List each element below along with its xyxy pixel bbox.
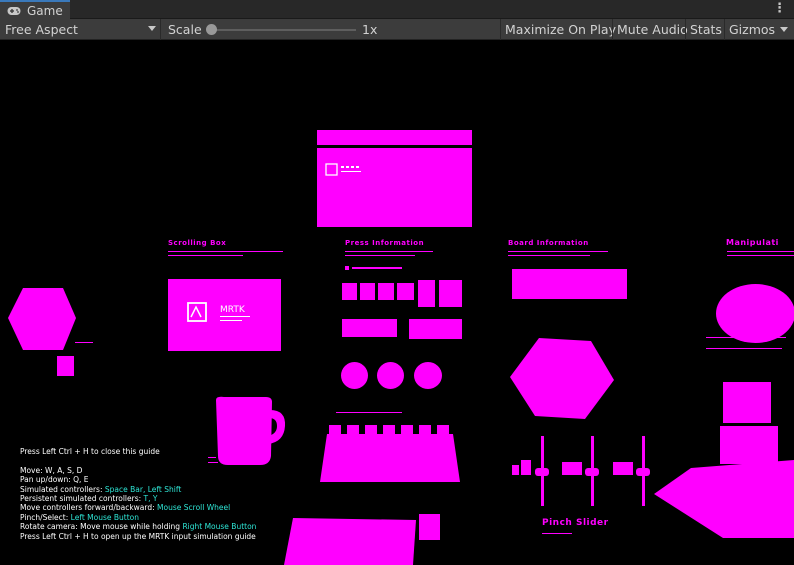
text-line	[508, 255, 590, 256]
board-panel	[512, 269, 627, 299]
chevron-down-icon	[148, 26, 156, 31]
slider-thumb	[585, 468, 599, 476]
tab-game[interactable]: Game	[0, 0, 70, 19]
game-toolbar: Free Aspect Scale 1x Maximize On Play Mu…	[0, 19, 794, 40]
panel-title: Press Information	[345, 239, 425, 247]
button-tile	[397, 283, 414, 300]
slider-value-box	[613, 462, 633, 475]
slider-value-box	[512, 465, 519, 475]
guide-line-sim: Simulated controllers: Space Bar, Left S…	[20, 484, 182, 494]
round-button	[414, 362, 442, 389]
text-line	[345, 255, 415, 256]
round-button	[377, 362, 404, 389]
maximize-on-play-button[interactable]: Maximize On Play	[500, 19, 616, 40]
cube-object	[419, 514, 440, 540]
slider-title: Pinch Slider	[542, 518, 609, 528]
mute-audio-button[interactable]: Mute Audio	[612, 19, 688, 40]
slate-panel	[317, 148, 472, 227]
hexagon-object	[8, 288, 76, 376]
guide-line-pan: Pan up/down: Q, E	[20, 475, 89, 485]
gizmos-label: Gizmos	[729, 22, 776, 37]
cube-object	[720, 426, 778, 464]
guide-line-persist: Persistent simulated controllers: T, Y	[20, 494, 158, 504]
slider-thumb	[535, 468, 549, 476]
chevron-down-icon	[780, 27, 788, 32]
button-tile	[342, 283, 357, 300]
mrtk-logo-icon	[325, 163, 361, 176]
text-line	[168, 255, 243, 256]
text-line	[352, 267, 402, 269]
guide-close-hint: Press Left Ctrl + H to close this guide	[20, 447, 160, 456]
logo-panel: MRTK	[168, 279, 281, 351]
gizmos-dropdown[interactable]: Gizmos	[724, 19, 794, 40]
scale-label: Scale	[168, 22, 202, 37]
guide-line-forward: Move controllers forward/backward: Mouse…	[20, 503, 231, 513]
text-line	[542, 533, 572, 534]
text-line	[706, 348, 782, 349]
text-line	[168, 251, 283, 252]
button-tile	[342, 319, 397, 337]
round-button	[341, 362, 368, 389]
sphere-object	[716, 284, 794, 343]
guide-line-rotate: Rotate camera: Move mouse while holding …	[20, 522, 257, 532]
gamepad-icon	[7, 6, 21, 16]
button-tile	[418, 280, 435, 307]
text-line	[706, 337, 786, 338]
guide-line-pinch: Pinch/Select: Left Mouse Button	[20, 512, 139, 522]
more-options-icon[interactable]: ⋮	[773, 2, 786, 16]
slider-thumb	[636, 468, 650, 476]
guide-reopen-hint: Press Left Ctrl + H to open up the MRTK …	[20, 531, 256, 541]
scale-slider[interactable]	[210, 29, 356, 31]
slab-object	[654, 460, 794, 538]
panel-title: Board Information	[508, 239, 589, 247]
text-line	[727, 255, 794, 256]
button-tile	[409, 319, 462, 339]
button-tile	[439, 280, 462, 307]
scale-slider-thumb[interactable]	[206, 24, 217, 35]
text-line	[336, 412, 402, 413]
text-line	[345, 251, 433, 252]
keyboard-object	[320, 425, 460, 482]
input-simulation-guide: Press Left Ctrl + H to close this guide …	[20, 447, 256, 541]
logo-text: MRTK	[220, 305, 246, 315]
aspect-dropdown[interactable]: Free Aspect	[0, 19, 161, 40]
hexagon-object	[510, 338, 614, 419]
slider-value-box	[521, 460, 531, 475]
scrolling-box-title: Scrolling Box	[168, 239, 227, 247]
panel-title: Manipulati	[726, 238, 779, 247]
guide-line-move: Move: W, A, S, D	[20, 465, 83, 475]
tab-strip: Game ⋮	[0, 0, 794, 19]
text-line	[508, 251, 608, 252]
slab-object	[284, 518, 416, 565]
slider-value-box	[562, 462, 582, 475]
tab-label: Game	[27, 3, 63, 18]
text-line	[727, 251, 794, 252]
title-bar-panel	[317, 130, 472, 145]
button-tile	[378, 283, 394, 300]
button-tile	[360, 283, 375, 300]
game-viewport[interactable]: Scrolling Box MRTK Press Information Boa…	[0, 40, 794, 565]
aspect-label: Free Aspect	[5, 22, 78, 37]
cube-object	[723, 382, 771, 423]
text-line	[75, 342, 93, 343]
scale-value: 1x	[362, 22, 378, 37]
stats-button[interactable]: Stats	[685, 19, 724, 40]
mrtk-logo-icon: MRTK	[187, 302, 250, 322]
dot	[345, 266, 349, 270]
